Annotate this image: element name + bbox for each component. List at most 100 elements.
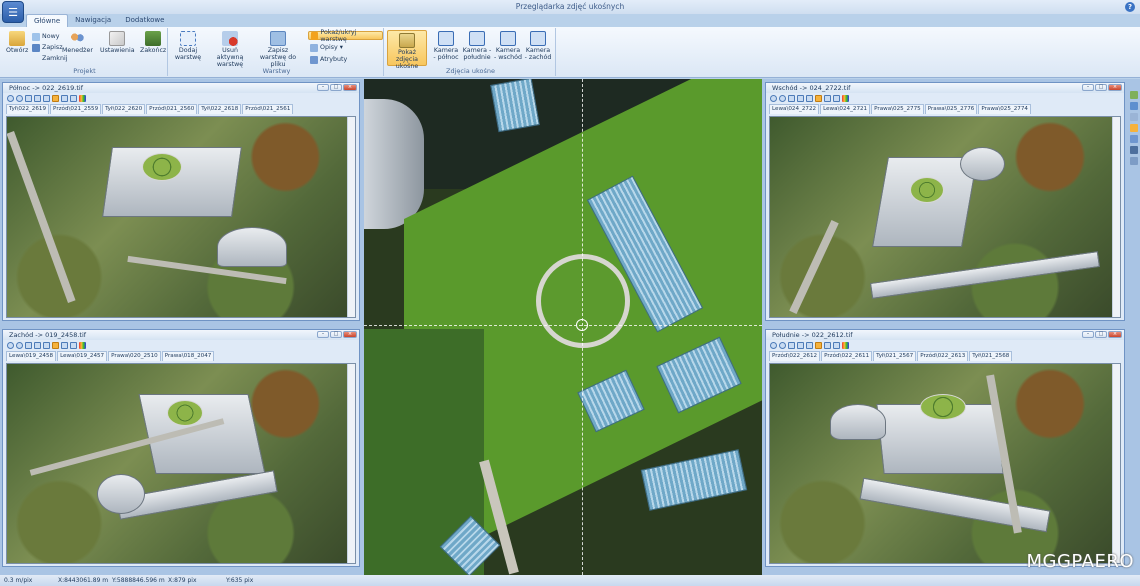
color-icon[interactable] xyxy=(842,95,849,102)
maximize-button[interactable]: □ xyxy=(330,331,342,338)
hand-icon[interactable] xyxy=(52,342,59,349)
map-icon[interactable] xyxy=(1130,102,1138,110)
photo-tab[interactable]: Tył\022_2619 xyxy=(6,104,50,114)
panel-north-image[interactable] xyxy=(6,116,356,318)
manager-button[interactable]: Menedżer xyxy=(62,31,93,54)
layer-icon[interactable] xyxy=(1130,91,1138,99)
hand-icon[interactable] xyxy=(815,342,822,349)
add-layer-button[interactable]: Dodaj warstwę xyxy=(173,31,203,61)
scrollbar[interactable] xyxy=(347,117,355,317)
settings-button[interactable]: Ustawienia xyxy=(100,31,135,54)
scrollbar[interactable] xyxy=(347,364,355,563)
zoom-out-icon[interactable] xyxy=(16,342,23,349)
panel-east-image[interactable] xyxy=(769,116,1121,318)
scrollbar[interactable] xyxy=(1112,117,1120,317)
photo-tab[interactable]: Prawa\025_2776 xyxy=(924,104,978,114)
binoculars-icon[interactable] xyxy=(1130,146,1138,154)
maximize-button[interactable]: □ xyxy=(1095,331,1107,338)
photo-tab[interactable]: Przód\022_2611 xyxy=(821,351,873,361)
measure-icon[interactable] xyxy=(43,95,50,102)
move-tool-icon[interactable] xyxy=(1130,157,1138,165)
tab-dodatkowe[interactable]: Dodatkowe xyxy=(118,14,171,28)
color-icon[interactable] xyxy=(79,342,86,349)
move-icon[interactable] xyxy=(61,342,68,349)
photo-tab[interactable]: Przód\022_2612 xyxy=(769,351,821,361)
scrollbar[interactable] xyxy=(1112,364,1120,563)
hand-tool-icon[interactable] xyxy=(1130,124,1138,132)
image-icon[interactable] xyxy=(70,342,77,349)
minimize-button[interactable]: – xyxy=(317,84,329,91)
remove-layer-button[interactable]: Usuń aktywną warstwę xyxy=(208,31,252,68)
zoom-tool-icon[interactable] xyxy=(1130,135,1138,143)
zoom-in-icon[interactable] xyxy=(770,95,777,102)
tab-nawigacja[interactable]: Nawigacja xyxy=(68,14,118,28)
camera-south-button[interactable]: Kamera - południe xyxy=(462,31,492,61)
hand-icon[interactable] xyxy=(52,95,59,102)
pan-icon[interactable] xyxy=(34,342,41,349)
descriptions-button[interactable]: Opisy ▾ xyxy=(310,43,343,52)
panel-west-image[interactable] xyxy=(6,363,356,564)
color-icon[interactable] xyxy=(79,95,86,102)
close-button[interactable]: × xyxy=(1108,84,1122,91)
minimize-button[interactable]: – xyxy=(1082,331,1094,338)
pan-icon[interactable] xyxy=(34,95,41,102)
zoom-in-icon[interactable] xyxy=(770,342,777,349)
photo-tab[interactable]: Przód\022_2613 xyxy=(917,351,969,361)
image-icon[interactable] xyxy=(833,342,840,349)
close-button[interactable]: × xyxy=(343,331,357,338)
photo-tab[interactable]: Tył\022_2620 xyxy=(102,104,146,114)
save-button[interactable]: Zapisz xyxy=(32,43,63,52)
hand-icon[interactable] xyxy=(815,95,822,102)
move-icon[interactable] xyxy=(61,95,68,102)
save-layer-button[interactable]: Zapisz warstwę do pliku xyxy=(256,31,300,68)
zoom-in-icon[interactable] xyxy=(7,342,14,349)
fit-icon[interactable] xyxy=(788,95,795,102)
measure-icon[interactable] xyxy=(806,95,813,102)
exit-button[interactable]: Zakończ xyxy=(140,31,166,54)
photo-tab[interactable]: Prawa\025_2775 xyxy=(871,104,924,114)
photo-tab[interactable]: Lewa\024_2722 xyxy=(769,104,820,114)
close-button[interactable]: × xyxy=(343,84,357,91)
tab-glowne[interactable]: Główne xyxy=(26,14,69,28)
pan-icon[interactable] xyxy=(797,95,804,102)
maximize-button[interactable]: □ xyxy=(1095,84,1107,91)
measure-icon[interactable] xyxy=(43,342,50,349)
app-menu-button[interactable]: ☰ xyxy=(2,1,24,23)
camera-north-button[interactable]: Kamera - północ xyxy=(432,31,460,61)
close-button[interactable]: × xyxy=(1108,331,1122,338)
zoom-out-icon[interactable] xyxy=(779,342,786,349)
measure-icon[interactable] xyxy=(806,342,813,349)
open-button[interactable]: Otwórz xyxy=(6,31,28,54)
photo-tab[interactable]: Lewa\024_2721 xyxy=(820,104,871,114)
camera-west-button[interactable]: Kamera - zachód xyxy=(524,31,552,61)
close-project-button[interactable]: Zamknij xyxy=(32,54,67,63)
photo-tab[interactable]: Prawa\020_2510 xyxy=(108,351,161,361)
photo-tab[interactable]: Tył\022_2618 xyxy=(198,104,242,114)
zoom-out-icon[interactable] xyxy=(16,95,23,102)
attributes-button[interactable]: Atrybuty xyxy=(310,55,347,64)
panel-south-image[interactable] xyxy=(769,363,1121,564)
photo-tab[interactable]: Lewa\019_2457 xyxy=(57,351,108,361)
photo-tab[interactable]: Tył\021_2567 xyxy=(873,351,917,361)
minimize-button[interactable]: – xyxy=(317,331,329,338)
photo-tab[interactable]: Przód\021_2559 xyxy=(50,104,102,114)
zoom-out-icon[interactable] xyxy=(779,95,786,102)
color-icon[interactable] xyxy=(842,342,849,349)
photo-tab[interactable]: Przód\021_2561 xyxy=(242,104,294,114)
photo-tab[interactable]: Prawa\018_2047 xyxy=(161,351,215,361)
show-oblique-button[interactable]: Pokaż zdjęcia ukośne xyxy=(387,30,427,70)
grid-icon[interactable] xyxy=(1130,113,1138,121)
camera-east-button[interactable]: Kamera - wschód xyxy=(494,31,522,61)
maximize-button[interactable]: □ xyxy=(330,84,342,91)
image-icon[interactable] xyxy=(70,95,77,102)
move-icon[interactable] xyxy=(824,342,831,349)
new-button[interactable]: Nowy xyxy=(32,32,59,41)
photo-tab[interactable]: Przód\021_2560 xyxy=(146,104,198,114)
help-icon[interactable]: ? xyxy=(1125,2,1135,12)
image-icon[interactable] xyxy=(833,95,840,102)
move-icon[interactable] xyxy=(824,95,831,102)
pan-icon[interactable] xyxy=(797,342,804,349)
photo-tab[interactable]: Prawa\025_2774 xyxy=(978,104,1031,114)
minimize-button[interactable]: – xyxy=(1082,84,1094,91)
photo-tab[interactable]: Lewa\019_2458 xyxy=(6,351,57,361)
